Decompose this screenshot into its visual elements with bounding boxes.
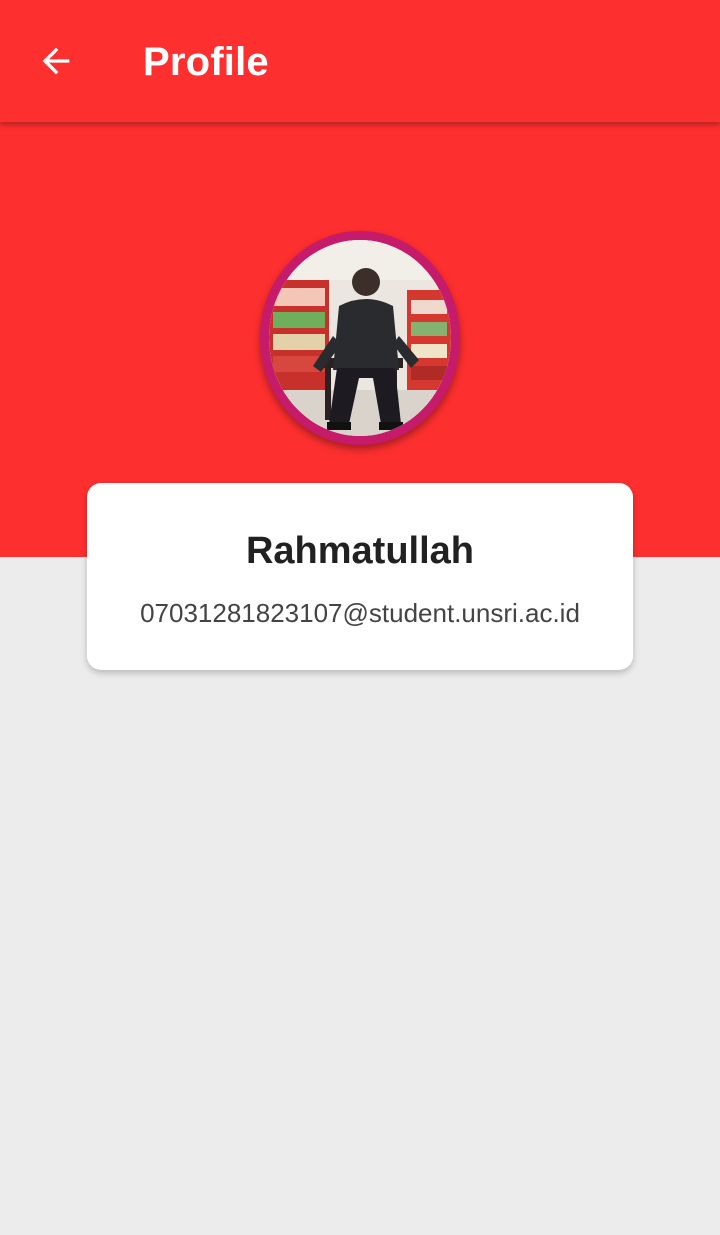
arrow-left-icon: [36, 41, 76, 81]
avatar-photo: [269, 240, 451, 436]
avatar[interactable]: [260, 231, 460, 445]
profile-card: Rahmatullah 07031281823107@student.unsri…: [87, 483, 633, 670]
back-button[interactable]: [24, 29, 88, 93]
profile-email: 07031281823107@student.unsri.ac.id: [140, 598, 580, 628]
profile-name: Rahmatullah: [245, 530, 475, 572]
profile-screen: Profile Rahmatullah 07031281823107@stude…: [0, 0, 720, 1235]
page-title: Profile: [143, 40, 269, 84]
app-bar: Profile: [0, 0, 720, 122]
